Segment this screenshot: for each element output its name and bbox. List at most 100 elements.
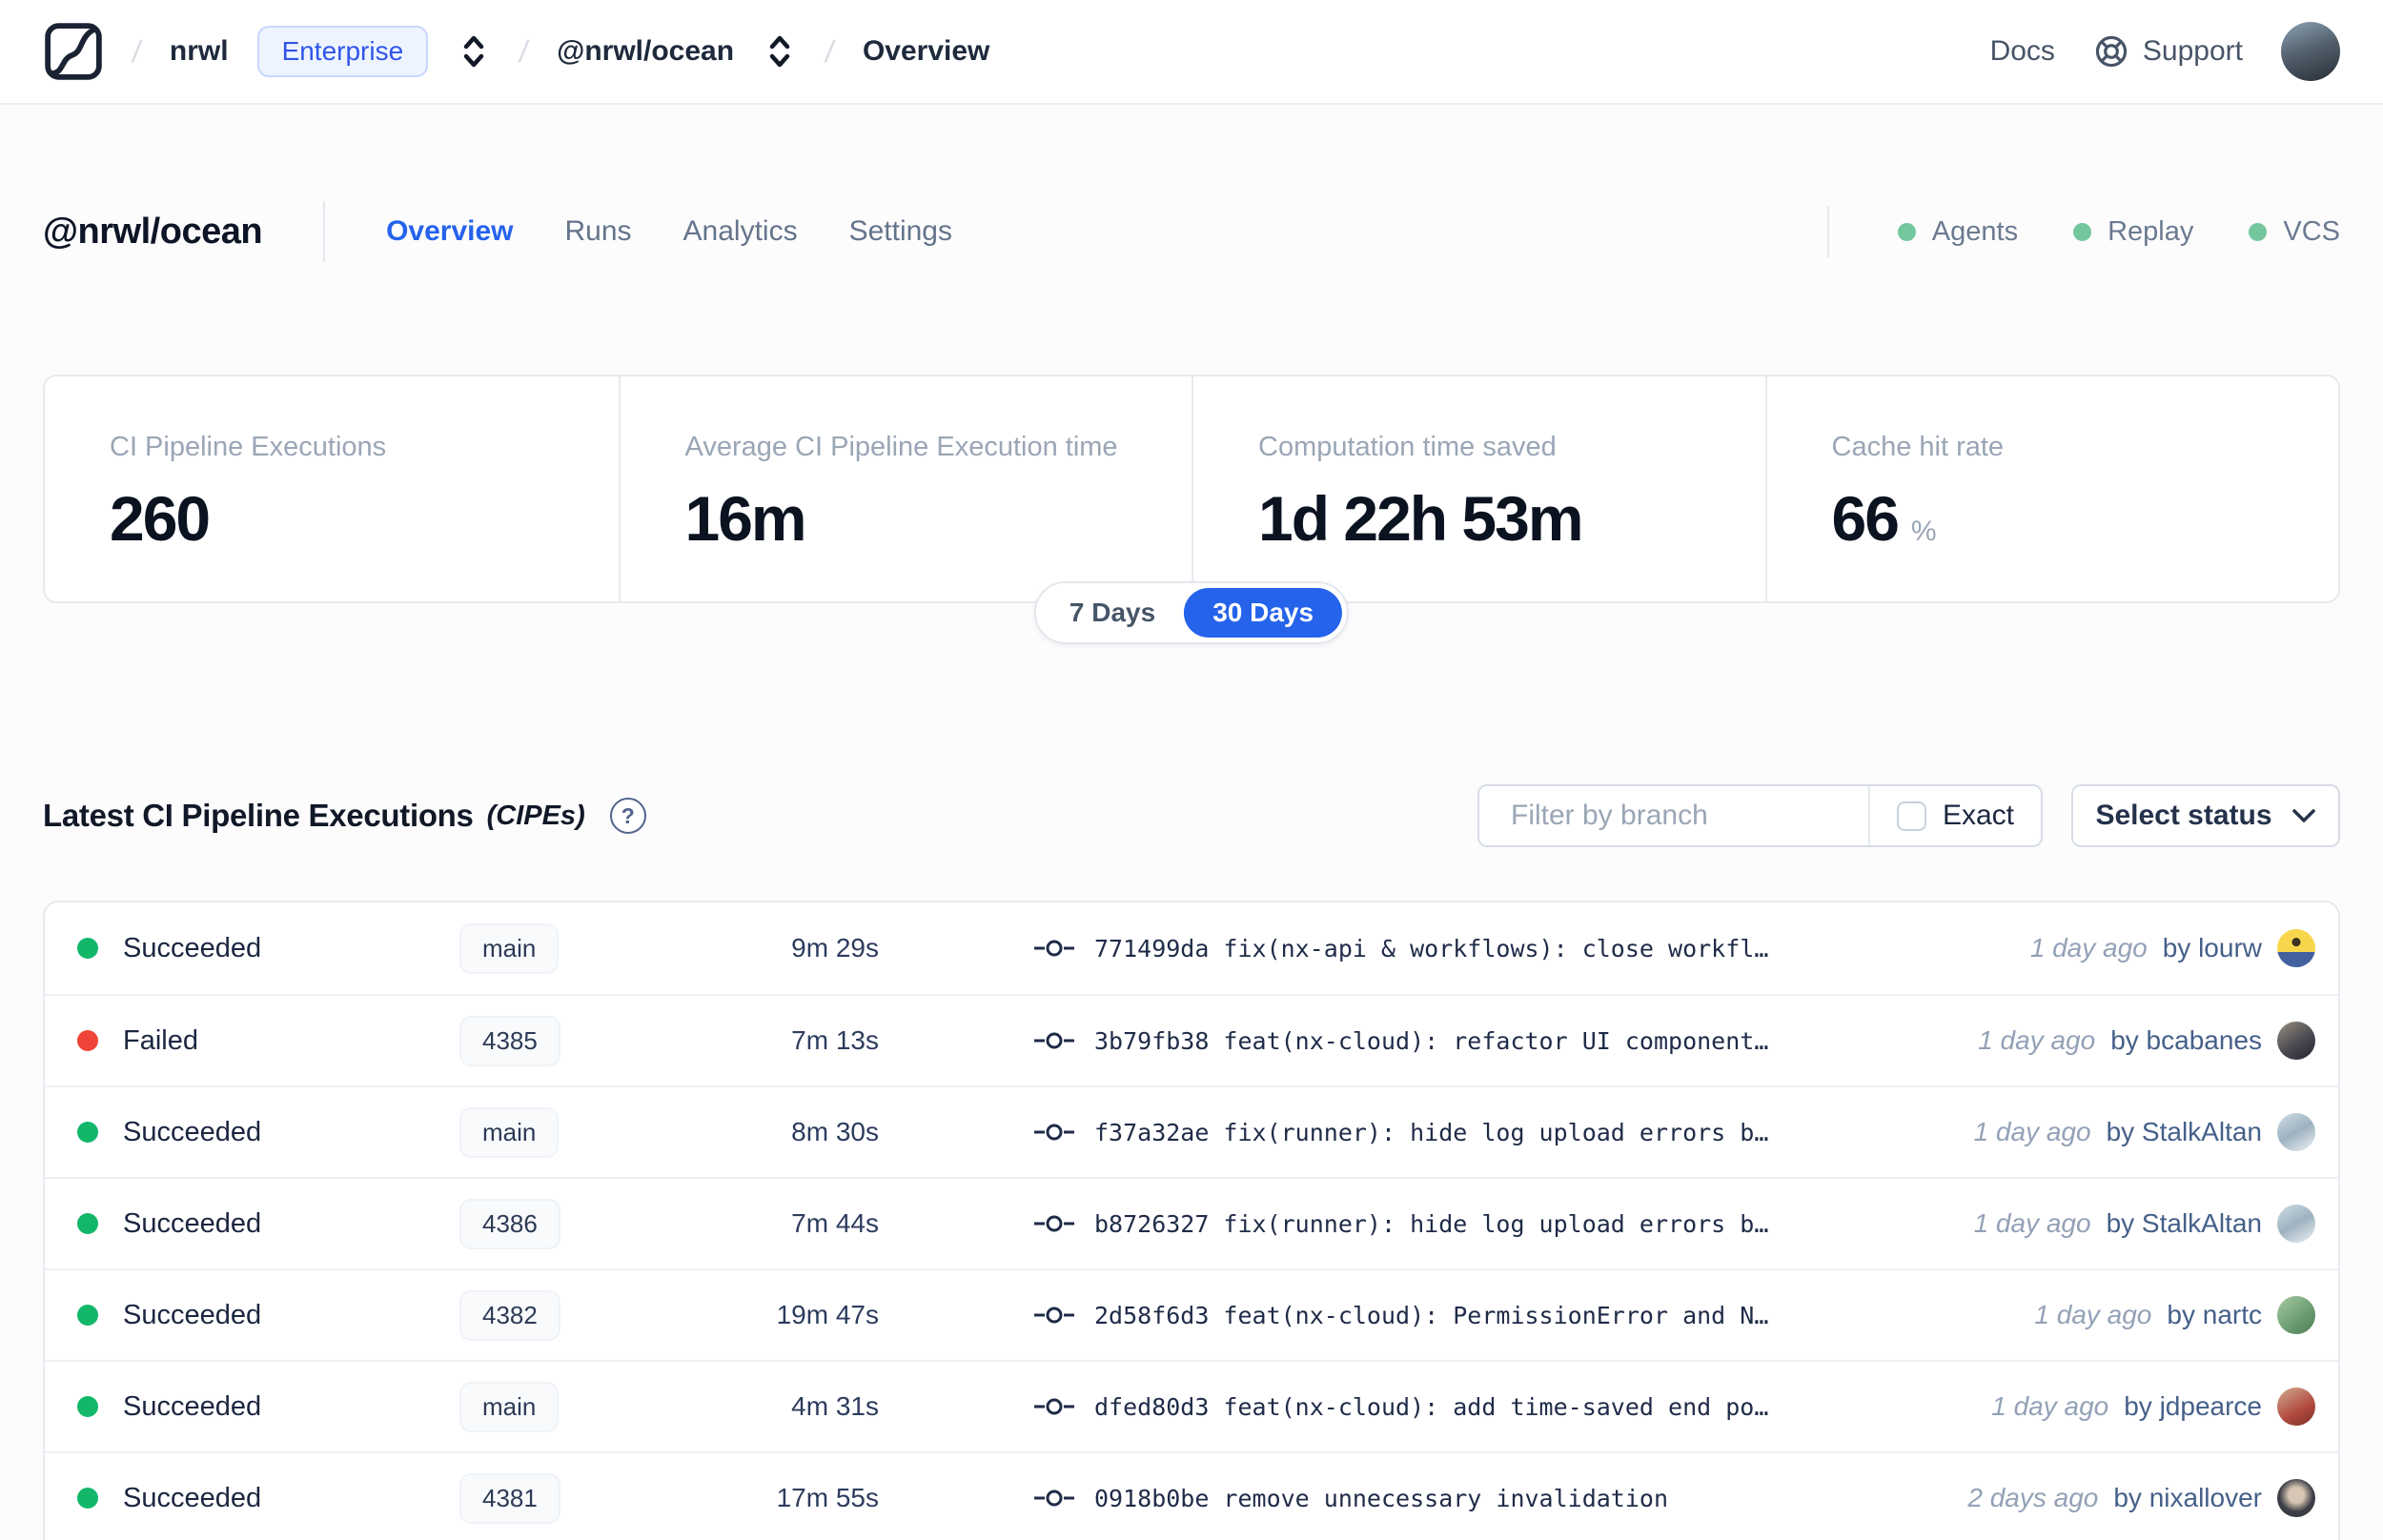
commit-message: remove unnecessary invalidation xyxy=(1223,1484,1669,1512)
cipe-table: Succeeded main 9m 29s 771499da fix(nx-ap… xyxy=(43,901,2340,1540)
commit-hash: f37a32ae xyxy=(1094,1118,1210,1146)
breadcrumb-org[interactable]: nrwl xyxy=(170,35,229,68)
cipe-row[interactable]: Succeeded 4386 7m 44s b8726327 fix(runne… xyxy=(45,1177,2338,1268)
org-switcher-button[interactable] xyxy=(457,30,491,73)
cipe-row[interactable]: Succeeded main 4m 31s dfed80d3 feat(nx-c… xyxy=(45,1360,2338,1451)
commit-message: feat(nx-cloud): PermissionError and N… xyxy=(1223,1301,1769,1329)
git-commit-icon xyxy=(1034,1307,1074,1324)
workspace-switcher-button[interactable] xyxy=(763,30,797,73)
cipe-author: by lourw xyxy=(2162,933,2262,962)
nx-cloud-logo[interactable] xyxy=(43,21,104,82)
author-avatar xyxy=(2277,1205,2315,1243)
tab-overview[interactable]: Overview xyxy=(386,215,513,248)
cipe-row[interactable]: Succeeded 4381 17m 55s 0918b0be remove u… xyxy=(45,1451,2338,1540)
range-30-days[interactable]: 30 Days xyxy=(1184,588,1343,638)
stat-label: Cache hit rate xyxy=(1831,432,2005,462)
status-replay[interactable]: Replay xyxy=(2073,216,2193,248)
cipe-rows: Succeeded main 9m 29s 771499da fix(nx-ap… xyxy=(45,902,2338,1540)
cipes-header: Latest CI Pipeline Executions (CIPEs) ? … xyxy=(43,784,2340,847)
branch-badge[interactable]: 4385 xyxy=(459,1015,560,1066)
commit-hash: 3b79fb38 xyxy=(1094,1026,1210,1055)
cipe-row[interactable]: Failed 4385 7m 13s 3b79fb38 feat(nx-clou… xyxy=(45,994,2338,1085)
cipe-author: by nixallover xyxy=(2113,1483,2262,1512)
status-vcs[interactable]: VCS xyxy=(2249,216,2340,248)
git-commit-icon xyxy=(1034,1489,1074,1507)
status-dot-icon xyxy=(77,1213,98,1234)
stat-computation-time-saved: Computation time saved 1d 22h 53m xyxy=(1192,376,1765,601)
commit-hash: b8726327 xyxy=(1094,1209,1210,1238)
commit-hash: 771499da xyxy=(1094,934,1210,962)
cipe-author: by StalkAltan xyxy=(2106,1117,2262,1146)
cipe-duration: 7m 13s xyxy=(791,1025,879,1055)
cipe-row[interactable]: Succeeded 4382 19m 47s 2d58f6d3 feat(nx-… xyxy=(45,1268,2338,1360)
stat-cache-hit-rate: Cache hit rate 66 % xyxy=(1764,376,2339,601)
tab-settings[interactable]: Settings xyxy=(849,215,952,248)
branch-badge[interactable]: 4382 xyxy=(459,1289,560,1341)
commit-hash: dfed80d3 xyxy=(1094,1392,1210,1421)
cipe-time-ago: 1 day ago xyxy=(1991,1391,2109,1421)
help-icon[interactable]: ? xyxy=(609,798,646,834)
cipe-row[interactable]: Succeeded main 8m 30s f37a32ae fix(runne… xyxy=(45,1085,2338,1177)
breadcrumb-separator: / xyxy=(517,33,531,69)
stat-label: Computation time saved xyxy=(1258,432,1557,462)
branch-badge[interactable]: 4386 xyxy=(459,1198,560,1249)
stat-value: 66 xyxy=(1831,483,1900,554)
breadcrumb-separator: / xyxy=(130,33,144,69)
commit-hash: 0918b0be xyxy=(1094,1484,1210,1512)
cipe-duration: 17m 55s xyxy=(776,1483,879,1512)
commit-message: fix(runner): hide log upload errors b… xyxy=(1223,1118,1769,1146)
enterprise-badge: Enterprise xyxy=(256,26,429,77)
status-dot-icon xyxy=(77,1488,98,1509)
support-link[interactable]: Support xyxy=(2093,33,2243,70)
status-agents[interactable]: Agents xyxy=(1897,216,2018,248)
commit-message: feat(nx-cloud): add time-saved end po… xyxy=(1223,1392,1769,1421)
author-avatar xyxy=(2277,1479,2315,1517)
nx-cloud-logo-icon xyxy=(45,23,102,80)
author-avatar xyxy=(2277,1388,2315,1426)
breadcrumb-page: Overview xyxy=(862,35,990,67)
cipe-row[interactable]: Succeeded main 9m 29s 771499da fix(nx-ap… xyxy=(45,902,2338,994)
cipe-time-ago: 1 day ago xyxy=(1978,1025,2096,1055)
cipe-status: Succeeded xyxy=(123,1116,262,1147)
cipe-time-ago: 1 day ago xyxy=(2029,933,2148,962)
status-label: Replay xyxy=(2108,215,2194,247)
status-dot-icon xyxy=(1897,222,1916,241)
branch-filter-input[interactable] xyxy=(1479,786,1868,845)
chevron-down-icon xyxy=(2291,809,2315,822)
breadcrumb-separator: / xyxy=(823,33,837,69)
author-avatar xyxy=(2277,929,2315,967)
branch-badge[interactable]: main xyxy=(459,922,560,974)
stat-average-execution-time: Average CI Pipeline Execution time 16m xyxy=(618,376,1192,601)
tab-runs[interactable]: Runs xyxy=(564,215,631,248)
page-title: @nrwl/ocean xyxy=(43,211,263,252)
cipe-author: by bcabanes xyxy=(2110,1025,2262,1055)
branch-badge[interactable]: main xyxy=(459,1381,560,1432)
cipes-title-suffix: (CIPEs) xyxy=(486,800,585,831)
cipes-title: Latest CI Pipeline Executions xyxy=(43,798,474,833)
git-commit-icon xyxy=(1034,1124,1074,1141)
exact-checkbox[interactable] xyxy=(1896,800,1926,831)
cipe-status: Succeeded xyxy=(123,1299,262,1330)
author-avatar xyxy=(2277,1296,2315,1334)
git-commit-icon xyxy=(1034,1398,1074,1415)
nx-cloud-app: / nrwl Enterprise / @nrwl/ocean / Overvi… xyxy=(0,0,2383,1540)
branch-badge[interactable]: 4381 xyxy=(459,1472,560,1524)
author-avatar xyxy=(2277,1113,2315,1151)
divider xyxy=(323,201,326,262)
cipe-status: Succeeded xyxy=(123,1390,262,1422)
tab-analytics[interactable]: Analytics xyxy=(683,215,798,248)
commit-message: feat(nx-cloud): refactor UI component… xyxy=(1223,1026,1769,1055)
range-7-days[interactable]: 7 Days xyxy=(1041,588,1184,638)
stat-value: 16m xyxy=(684,483,807,554)
cipe-time-ago: 2 days ago xyxy=(1967,1483,2099,1512)
divider xyxy=(1826,206,1829,257)
branch-badge[interactable]: main xyxy=(459,1106,560,1158)
user-avatar[interactable] xyxy=(2281,22,2340,81)
docs-link[interactable]: Docs xyxy=(1990,35,2055,68)
select-status-button[interactable]: Select status xyxy=(2071,784,2340,847)
breadcrumb-workspace[interactable]: @nrwl/ocean xyxy=(557,35,734,68)
exact-toggle: Exact xyxy=(1867,786,2041,845)
status-dot-icon xyxy=(77,1030,98,1051)
status-dot-icon xyxy=(77,1122,98,1143)
status-dot-icon xyxy=(77,938,98,959)
